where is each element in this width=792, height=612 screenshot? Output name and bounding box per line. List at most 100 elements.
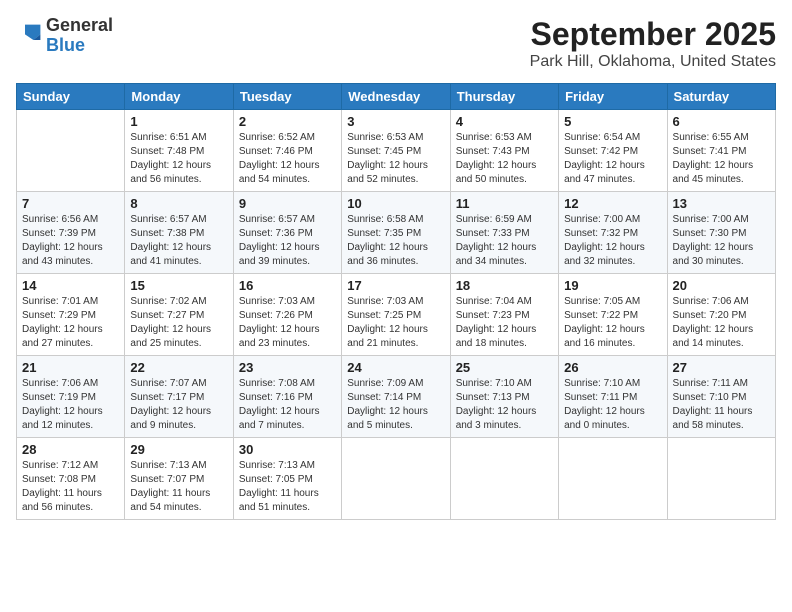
calendar-cell: 18 Sunrise: 7:04 AMSunset: 7:23 PMDayligh… <box>450 274 558 356</box>
calendar-header-tuesday: Tuesday <box>233 84 341 110</box>
day-info: Sunrise: 7:04 AMSunset: 7:23 PMDaylight:… <box>456 295 553 351</box>
day-info: Sunrise: 6:58 AMSunset: 7:35 PMDaylight:… <box>347 213 444 269</box>
day-info: Sunrise: 7:05 AMSunset: 7:22 PMDaylight:… <box>564 295 661 351</box>
day-number: 29 <box>130 442 227 457</box>
day-info: Sunrise: 7:06 AMSunset: 7:20 PMDaylight:… <box>673 295 770 351</box>
day-number: 16 <box>239 278 336 293</box>
calendar-week-row: 21 Sunrise: 7:06 AMSunset: 7:19 PMDayligh… <box>17 356 776 438</box>
day-number: 3 <box>347 114 444 129</box>
calendar-cell: 6 Sunrise: 6:55 AMSunset: 7:41 PMDaylight… <box>667 110 775 192</box>
day-info: Sunrise: 6:54 AMSunset: 7:42 PMDaylight:… <box>564 131 661 187</box>
day-number: 20 <box>673 278 770 293</box>
day-number: 17 <box>347 278 444 293</box>
calendar-header-monday: Monday <box>125 84 233 110</box>
day-number: 1 <box>130 114 227 129</box>
day-number: 25 <box>456 360 553 375</box>
page-header: General Blue September 2025 Park Hill, O… <box>16 16 776 71</box>
day-info: Sunrise: 6:53 AMSunset: 7:43 PMDaylight:… <box>456 131 553 187</box>
day-info: Sunrise: 6:57 AMSunset: 7:38 PMDaylight:… <box>130 213 227 269</box>
day-info: Sunrise: 7:11 AMSunset: 7:10 PMDaylight:… <box>673 377 770 433</box>
day-info: Sunrise: 6:52 AMSunset: 7:46 PMDaylight:… <box>239 131 336 187</box>
calendar-cell: 27 Sunrise: 7:11 AMSunset: 7:10 PMDayligh… <box>667 356 775 438</box>
day-number: 28 <box>22 442 119 457</box>
calendar-header-thursday: Thursday <box>450 84 558 110</box>
calendar-header-friday: Friday <box>559 84 667 110</box>
calendar-cell: 10Sunrise: 6:58 AMSunset: 7:35 PMDayligh… <box>342 192 450 274</box>
calendar-week-row: 14Sunrise: 7:01 AMSunset: 7:29 PMDayligh… <box>17 274 776 356</box>
calendar-header-sunday: Sunday <box>17 84 125 110</box>
day-number: 7 <box>22 196 119 211</box>
calendar-cell: 19 Sunrise: 7:05 AMSunset: 7:22 PMDayligh… <box>559 274 667 356</box>
day-info: Sunrise: 7:01 AMSunset: 7:29 PMDaylight:… <box>22 295 119 351</box>
day-number: 12 <box>564 196 661 211</box>
day-number: 8 <box>130 196 227 211</box>
day-info: Sunrise: 6:55 AMSunset: 7:41 PMDaylight:… <box>673 131 770 187</box>
logo-icon <box>18 19 46 47</box>
day-number: 4 <box>456 114 553 129</box>
day-number: 5 <box>564 114 661 129</box>
day-info: Sunrise: 7:03 AMSunset: 7:26 PMDaylight:… <box>239 295 336 351</box>
calendar-table: SundayMondayTuesdayWednesdayThursdayFrid… <box>16 83 776 520</box>
calendar-cell <box>342 438 450 520</box>
day-info: Sunrise: 6:51 AMSunset: 7:48 PMDaylight:… <box>130 131 227 187</box>
day-number: 18 <box>456 278 553 293</box>
calendar-cell: 2 Sunrise: 6:52 AMSunset: 7:46 PMDaylight… <box>233 110 341 192</box>
calendar-cell: 23 Sunrise: 7:08 AMSunset: 7:16 PMDayligh… <box>233 356 341 438</box>
day-info: Sunrise: 7:00 AMSunset: 7:32 PMDaylight:… <box>564 213 661 269</box>
day-number: 24 <box>347 360 444 375</box>
calendar-cell: 30 Sunrise: 7:13 AMSunset: 7:05 PMDayligh… <box>233 438 341 520</box>
day-number: 6 <box>673 114 770 129</box>
day-number: 30 <box>239 442 336 457</box>
calendar-cell: 1 Sunrise: 6:51 AMSunset: 7:48 PMDaylight… <box>125 110 233 192</box>
day-number: 21 <box>22 360 119 375</box>
calendar-week-row: 1 Sunrise: 6:51 AMSunset: 7:48 PMDaylight… <box>17 110 776 192</box>
title-block: September 2025 Park Hill, Oklahoma, Unit… <box>530 16 776 71</box>
day-number: 15 <box>130 278 227 293</box>
day-number: 13 <box>673 196 770 211</box>
logo-text: General Blue <box>46 16 113 56</box>
calendar-cell: 15Sunrise: 7:02 AMSunset: 7:27 PMDayligh… <box>125 274 233 356</box>
calendar-cell: 13 Sunrise: 7:00 AMSunset: 7:30 PMDayligh… <box>667 192 775 274</box>
day-number: 26 <box>564 360 661 375</box>
day-info: Sunrise: 7:03 AMSunset: 7:25 PMDaylight:… <box>347 295 444 351</box>
calendar-cell: 8 Sunrise: 6:57 AMSunset: 7:38 PMDaylight… <box>125 192 233 274</box>
day-info: Sunrise: 7:13 AMSunset: 7:05 PMDaylight:… <box>239 459 336 515</box>
day-info: Sunrise: 7:00 AMSunset: 7:30 PMDaylight:… <box>673 213 770 269</box>
day-info: Sunrise: 6:59 AMSunset: 7:33 PMDaylight:… <box>456 213 553 269</box>
day-number: 23 <box>239 360 336 375</box>
calendar-cell: 5 Sunrise: 6:54 AMSunset: 7:42 PMDaylight… <box>559 110 667 192</box>
day-number: 22 <box>130 360 227 375</box>
calendar-cell: 26 Sunrise: 7:10 AMSunset: 7:11 PMDayligh… <box>559 356 667 438</box>
calendar-cell: 21 Sunrise: 7:06 AMSunset: 7:19 PMDayligh… <box>17 356 125 438</box>
day-info: Sunrise: 7:10 AMSunset: 7:11 PMDaylight:… <box>564 377 661 433</box>
calendar-header-row: SundayMondayTuesdayWednesdayThursdayFrid… <box>17 84 776 110</box>
day-info: Sunrise: 7:13 AMSunset: 7:07 PMDaylight:… <box>130 459 227 515</box>
day-info: Sunrise: 7:10 AMSunset: 7:13 PMDaylight:… <box>456 377 553 433</box>
calendar-cell: 3Sunrise: 6:53 AMSunset: 7:45 PMDaylight… <box>342 110 450 192</box>
day-number: 19 <box>564 278 661 293</box>
calendar-cell: 22Sunrise: 7:07 AMSunset: 7:17 PMDayligh… <box>125 356 233 438</box>
calendar-week-row: 28 Sunrise: 7:12 AMSunset: 7:08 PMDayligh… <box>17 438 776 520</box>
day-info: Sunrise: 7:06 AMSunset: 7:19 PMDaylight:… <box>22 377 119 433</box>
calendar-cell: 20 Sunrise: 7:06 AMSunset: 7:20 PMDayligh… <box>667 274 775 356</box>
calendar-cell: 7Sunrise: 6:56 AMSunset: 7:39 PMDaylight… <box>17 192 125 274</box>
day-info: Sunrise: 7:08 AMSunset: 7:16 PMDaylight:… <box>239 377 336 433</box>
day-info: Sunrise: 6:57 AMSunset: 7:36 PMDaylight:… <box>239 213 336 269</box>
calendar-cell: 24 Sunrise: 7:09 AMSunset: 7:14 PMDayligh… <box>342 356 450 438</box>
day-number: 27 <box>673 360 770 375</box>
calendar-cell: 17 Sunrise: 7:03 AMSunset: 7:25 PMDayligh… <box>342 274 450 356</box>
day-info: Sunrise: 7:12 AMSunset: 7:08 PMDaylight:… <box>22 459 119 515</box>
calendar-cell: 16 Sunrise: 7:03 AMSunset: 7:26 PMDayligh… <box>233 274 341 356</box>
day-info: Sunrise: 7:09 AMSunset: 7:14 PMDaylight:… <box>347 377 444 433</box>
calendar-cell: 9Sunrise: 6:57 AMSunset: 7:36 PMDaylight… <box>233 192 341 274</box>
calendar-cell <box>17 110 125 192</box>
page-subtitle: Park Hill, Oklahoma, United States <box>530 53 776 71</box>
calendar-cell: 4 Sunrise: 6:53 AMSunset: 7:43 PMDaylight… <box>450 110 558 192</box>
day-number: 11 <box>456 196 553 211</box>
calendar-header-saturday: Saturday <box>667 84 775 110</box>
calendar-cell: 29 Sunrise: 7:13 AMSunset: 7:07 PMDayligh… <box>125 438 233 520</box>
day-number: 2 <box>239 114 336 129</box>
page-title: September 2025 <box>530 16 776 53</box>
calendar-cell: 25 Sunrise: 7:10 AMSunset: 7:13 PMDayligh… <box>450 356 558 438</box>
calendar-cell: 14Sunrise: 7:01 AMSunset: 7:29 PMDayligh… <box>17 274 125 356</box>
